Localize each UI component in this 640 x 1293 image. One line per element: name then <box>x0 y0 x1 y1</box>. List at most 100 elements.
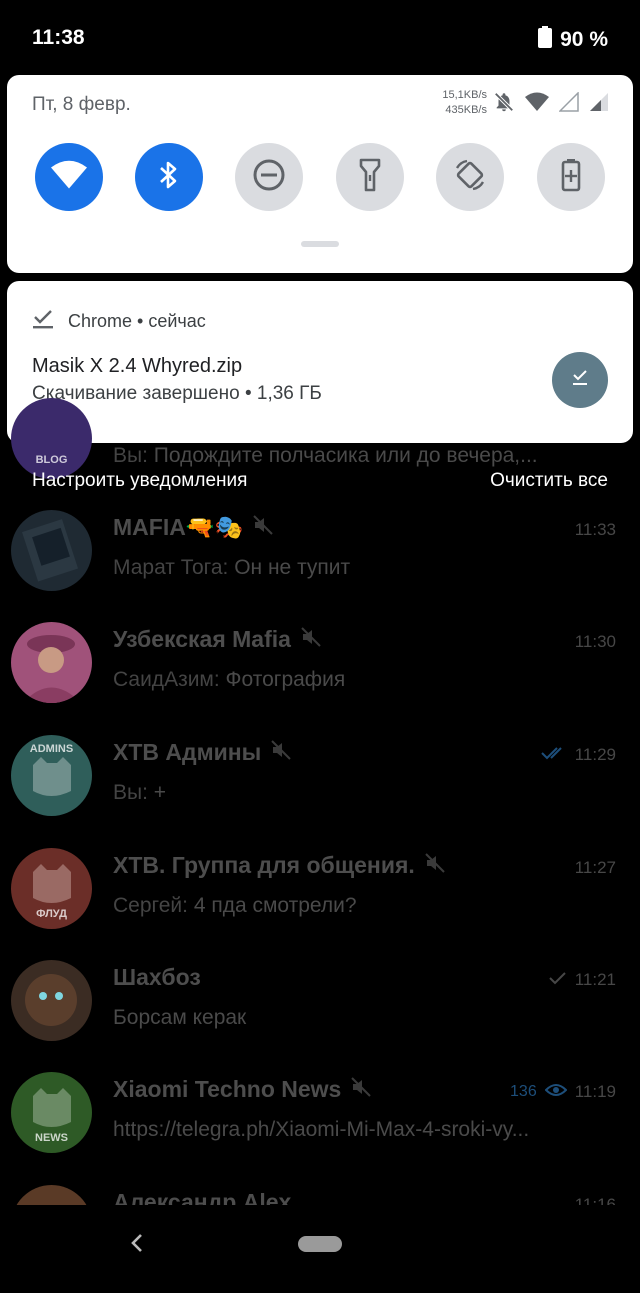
notification-title: Masik X 2.4 Whyred.zip <box>32 355 243 377</box>
qs-date[interactable]: Пт, 8 февр. <box>32 94 131 116</box>
battery-saver-tile[interactable] <box>537 143 605 211</box>
chat-message: Сергей: 4 пда смотрели? <box>113 894 613 918</box>
chat-name: XTB. Группа для общения. <box>113 852 415 878</box>
chat-message: https://telegra.ph/Xiaomi-Mi-Max-4-sroki… <box>113 1118 613 1142</box>
download-notification[interactable]: Chrome • сейчас Masik X 2.4 Whyred.zip С… <box>7 281 633 443</box>
chat-message: СаидАзим: Фотография <box>113 668 613 692</box>
chat-text: Он не тупит <box>234 556 351 579</box>
chat-name: Шахбоз <box>113 964 201 990</box>
battery-percent: 90 % <box>560 27 608 51</box>
bluetooth-tile[interactable] <box>135 143 203 211</box>
flashlight-tile[interactable] <box>336 143 404 211</box>
chat-title: XTB. Группа для общения. <box>113 852 445 879</box>
chat-sender: СаидАзим: <box>113 668 220 691</box>
list-item[interactable]: NEWS Xiaomi Techno News 136 11:19 https:… <box>0 1068 640 1180</box>
chat-message: Вы: Подождите полчасика или до вечера,..… <box>113 444 613 468</box>
do-not-disturb-tile[interactable] <box>235 143 303 211</box>
chat-time: 136 11:19 <box>510 1082 616 1102</box>
avatar <box>11 510 92 591</box>
download-done-icon <box>32 308 54 335</box>
chat-message: Вы: + <box>113 781 613 805</box>
auto-rotate-icon <box>453 158 487 197</box>
double-check-icon <box>541 745 567 765</box>
manage-notifications-button[interactable]: Настроить уведомления <box>32 470 247 492</box>
check-icon <box>549 970 567 990</box>
clear-all-button[interactable]: Очистить все <box>490 470 608 492</box>
notification-time: сейчас <box>148 311 206 331</box>
chat-time-text: 11:27 <box>574 858 616 877</box>
list-item[interactable]: ADMINS XTB Админы 11:29 Вы: + <box>0 731 640 843</box>
wifi-icon <box>51 160 87 195</box>
chat-text: Подождите полчасика или до вечера,... <box>153 444 538 467</box>
chat-title: Шахбоз <box>113 964 201 991</box>
bluetooth-icon <box>157 159 181 196</box>
chat-sender: Сергей: <box>113 894 188 917</box>
list-item[interactable]: Шахбоз 11:21 Борсам керак <box>0 956 640 1068</box>
back-button[interactable] <box>126 1231 148 1260</box>
chat-time: 11:27 <box>575 858 616 878</box>
list-item[interactable]: Узбекская Mafia 11:30 СаидАзим: Фотограф… <box>0 618 640 730</box>
chat-title: XTB Админы <box>113 739 292 766</box>
chat-name: Xiaomi Techno News <box>113 1076 342 1102</box>
status-time: 11:38 <box>32 26 85 49</box>
cell-signal-icon <box>589 92 609 117</box>
avatar: ФЛУД <box>11 848 92 929</box>
chat-text: + <box>153 781 167 804</box>
avatar: ADMINS <box>11 735 92 816</box>
eye-icon <box>544 1082 568 1102</box>
cell-signal-empty-icon <box>558 91 579 117</box>
qs-drag-handle[interactable] <box>301 241 339 247</box>
chat-sender: Вы: <box>113 444 148 467</box>
chat-time-text: 11:19 <box>574 1082 616 1101</box>
chat-time-text: 11:30 <box>574 632 616 651</box>
flashlight-icon <box>359 158 381 197</box>
chat-emoji: 🔫🎭 <box>185 514 244 540</box>
chat-text: Борсам керак <box>113 1006 247 1029</box>
chat-name: Узбекская Mafia <box>113 626 291 652</box>
status-bar: 11:38 90 % <box>0 0 640 76</box>
notification-text: Скачивание завершено • 1,36 ГБ <box>32 383 322 404</box>
download-done-icon <box>570 369 590 392</box>
chat-name: MAFIA <box>113 514 186 540</box>
chat-time: 11:21 <box>549 970 616 990</box>
chat-time-text: 11:29 <box>574 745 616 764</box>
avatar <box>11 960 92 1041</box>
avatar: NEWS <box>11 1072 92 1153</box>
chat-time: 11:29 <box>541 745 616 765</box>
muted-icon <box>425 852 445 879</box>
muted-icon <box>271 739 292 766</box>
list-item[interactable]: ФЛУД XTB. Группа для общения. 11:27 Серг… <box>0 844 640 956</box>
chat-text: 4 пда смотрели? <box>193 894 357 917</box>
shade-footer: Настроить уведомления Очистить все <box>0 466 640 500</box>
muted-icon <box>301 626 321 653</box>
wifi-signal-icon <box>525 92 549 117</box>
speed-down: 435KB/s <box>445 104 487 116</box>
views-count: 136 <box>510 1083 537 1100</box>
avatar-label: ФЛУД <box>36 908 67 920</box>
avatar-label: BLOG <box>35 454 68 466</box>
chat-message: Борсам керак <box>113 1006 613 1030</box>
network-speed: 15,1KB/s 435KB/s <box>419 88 487 118</box>
chat-title: Узбекская Mafia <box>113 626 321 653</box>
chat-time: 11:30 <box>575 632 616 652</box>
chat-name: XTB Админы <box>113 739 262 765</box>
chat-title: MAFIA🔫🎭 <box>113 514 273 541</box>
muted-icon <box>253 514 273 541</box>
qs-status-icons <box>493 91 609 118</box>
chat-time: 11:33 <box>575 520 616 540</box>
avatar-label: NEWS <box>35 1132 68 1144</box>
auto-rotate-tile[interactable] <box>436 143 504 211</box>
notification-app: Chrome <box>68 311 133 331</box>
chat-message: Марат Тога: Он не тупит <box>113 556 613 580</box>
open-download-button[interactable] <box>552 352 608 408</box>
wifi-tile[interactable] <box>35 143 103 211</box>
navigation-bar <box>0 1205 640 1280</box>
list-item[interactable]: MAFIA🔫🎭 11:33 Марат Тога: Он не тупит <box>0 506 640 618</box>
chat-time-text: 11:33 <box>574 520 616 539</box>
home-pill-button[interactable] <box>298 1236 342 1252</box>
chat-time-text: 11:21 <box>574 970 616 989</box>
chat-text: https://telegra.ph/Xiaomi-Mi-Max-4-sroki… <box>113 1118 530 1141</box>
notification-separator: • <box>132 311 149 331</box>
chat-title: Xiaomi Techno News <box>113 1076 372 1103</box>
muted-icon <box>351 1076 372 1103</box>
